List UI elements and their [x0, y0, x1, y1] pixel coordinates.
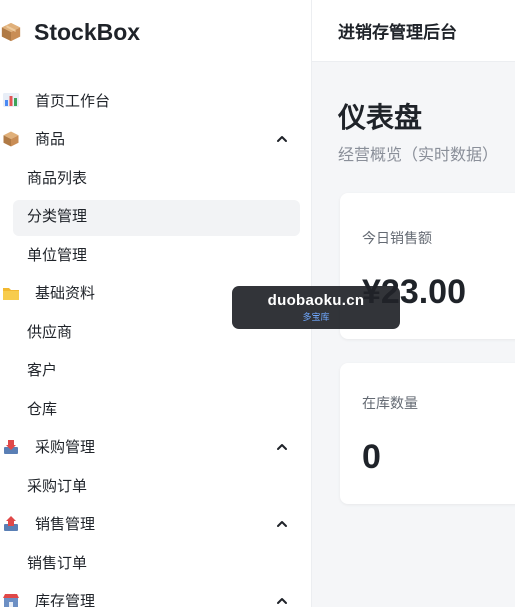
- page-subtitle: 经营概览（实时数据）: [338, 145, 499, 164]
- header-title: 进销存管理后台: [338, 23, 457, 43]
- top-header: 进销存管理后台: [312, 0, 515, 62]
- nav-label: 采购管理: [35, 438, 96, 457]
- stat-label: 在库数量: [362, 396, 418, 412]
- sidebar-item-customer[interactable]: 客户: [0, 351, 312, 390]
- page-title: 仪表盘: [338, 101, 423, 134]
- chevron-up-icon[interactable]: [275, 440, 289, 454]
- sidebar-item-product-list[interactable]: 商品列表: [0, 158, 312, 197]
- sidebar-item-sales-order[interactable]: 销售订单: [0, 543, 312, 582]
- watermark-subtext: 多宝库: [302, 313, 330, 323]
- brand-name: StockBox: [34, 18, 141, 45]
- package-box-icon: [3, 131, 19, 147]
- chevron-up-icon[interactable]: [275, 132, 289, 146]
- brand[interactable]: StockBox: [0, 14, 140, 50]
- sidebar-item-category-management[interactable]: 分类管理: [0, 197, 312, 235]
- stat-value: 0: [362, 438, 381, 476]
- sidebar-item-unit-management[interactable]: 单位管理: [0, 235, 312, 274]
- bar-chart-icon: [3, 93, 19, 108]
- nav-label: 基础资料: [35, 284, 96, 303]
- stat-label: 今日销售额: [362, 231, 432, 247]
- app-window: StockBox 首页工作台 商品 商品列表 分类管理 单位管理 基础资料 供应…: [0, 0, 515, 607]
- sidebar-item-warehouse[interactable]: 仓库: [0, 389, 312, 428]
- sidebar-item-purchase-order[interactable]: 采购订单: [0, 466, 312, 505]
- folder-icon: [3, 287, 19, 300]
- nav-item-inventory[interactable]: 库存管理: [0, 582, 312, 607]
- inbox-tray-icon: [4, 439, 18, 454]
- stat-card-stock-quantity: 在库数量 0: [340, 363, 515, 504]
- nav-item-sales[interactable]: 销售管理: [0, 505, 312, 544]
- watermark-badge: duobaoku.cn 多宝库: [232, 286, 400, 329]
- nav-item-home[interactable]: 首页工作台: [0, 81, 312, 120]
- nav-label: 首页工作台: [35, 91, 111, 110]
- nav-item-purchase[interactable]: 采购管理: [0, 428, 312, 467]
- nav-label: 商品: [35, 130, 66, 149]
- nav-label: 销售管理: [35, 515, 96, 534]
- watermark-text: duobaoku.cn: [267, 292, 365, 309]
- package-box-icon: [1, 22, 21, 42]
- nav-item-products[interactable]: 商品: [0, 120, 312, 159]
- chevron-up-icon[interactable]: [275, 517, 289, 531]
- store-icon: [3, 593, 19, 607]
- nav-label: 库存管理: [35, 592, 96, 607]
- chevron-up-icon[interactable]: [275, 594, 289, 607]
- outbox-tray-icon: [4, 515, 18, 531]
- sidebar-nav: 首页工作台 商品 商品列表 分类管理 单位管理 基础资料 供应商 客户 仓库 采…: [0, 81, 312, 607]
